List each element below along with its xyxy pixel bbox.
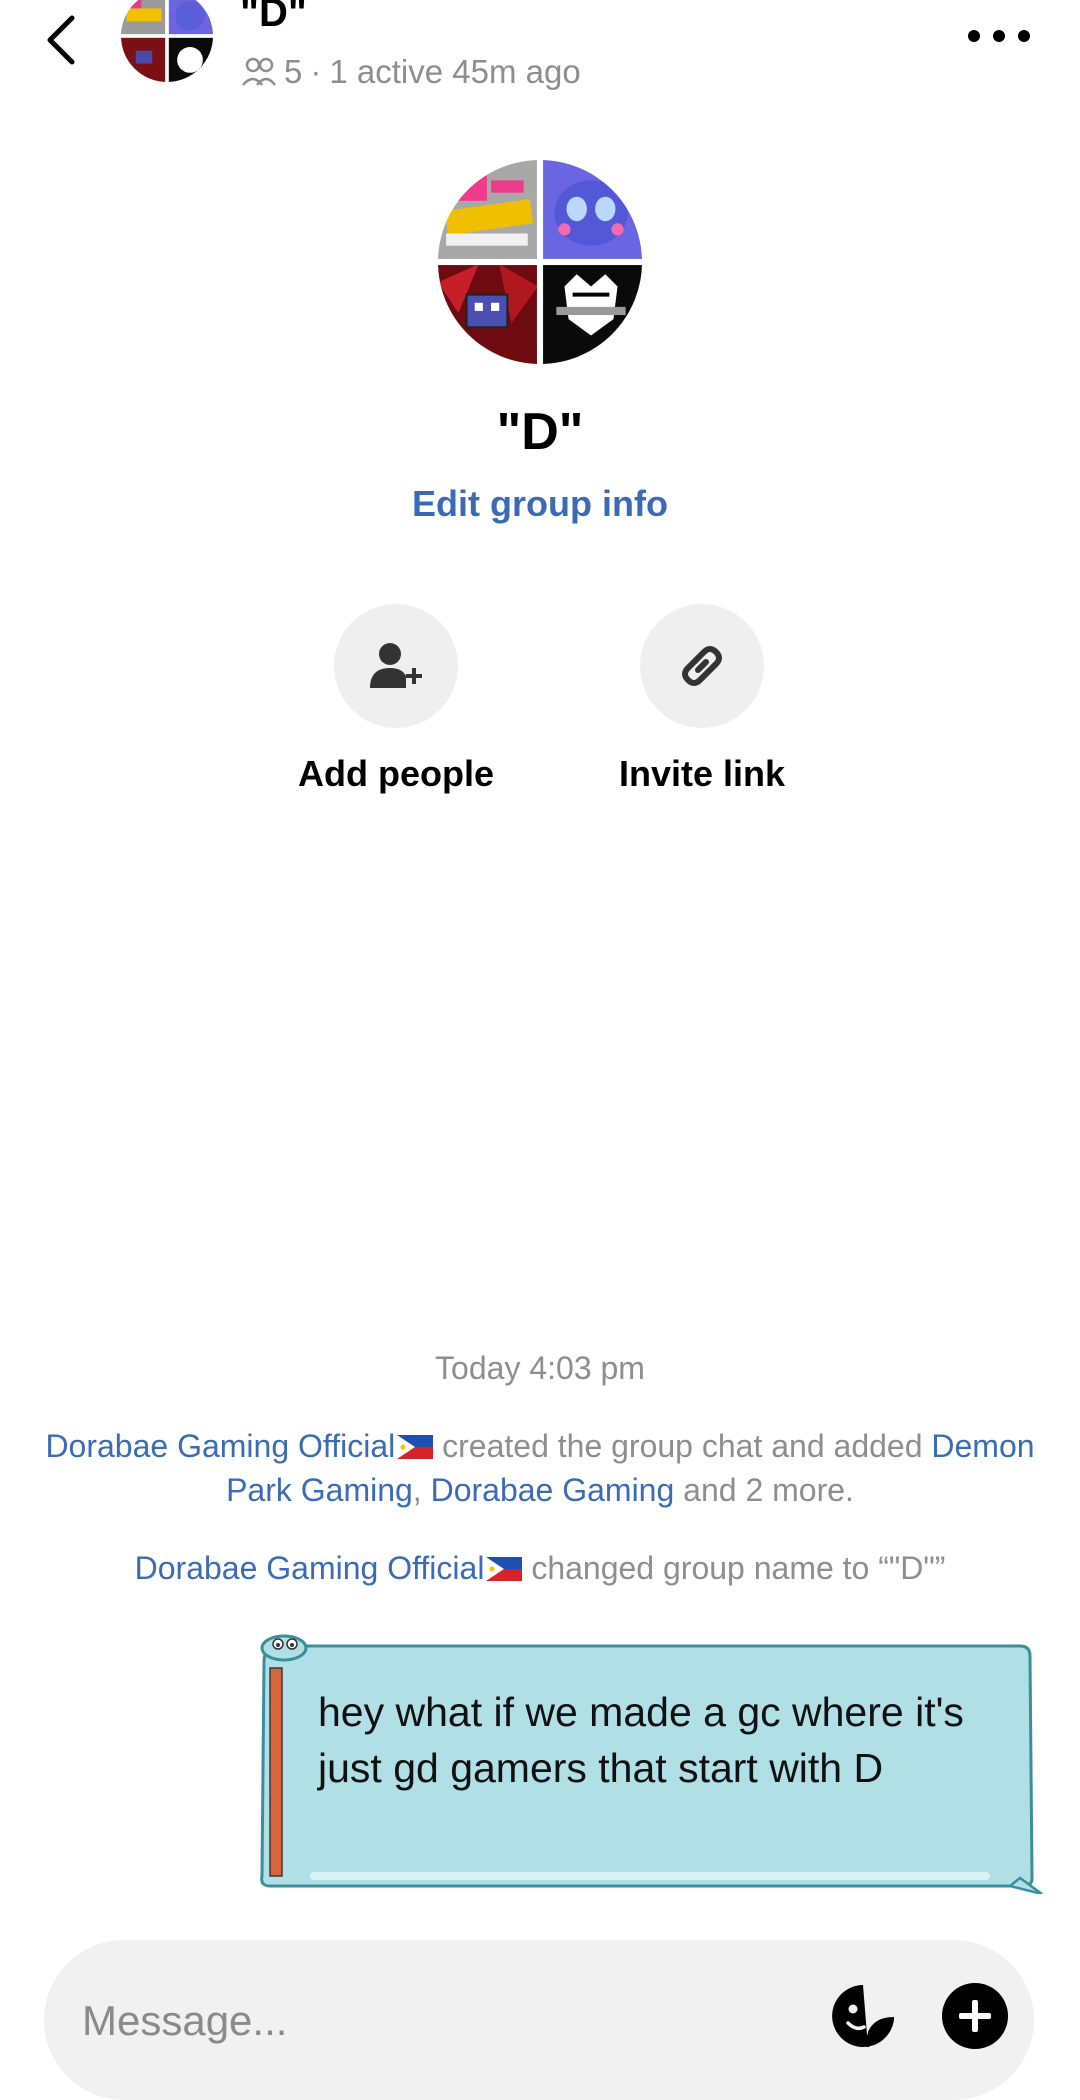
group-avatar-small[interactable] [121,0,213,82]
philippines-flag-icon [397,1435,434,1459]
add-attachment-button[interactable] [942,1983,1008,2049]
activity-status: 1 active 45m ago [329,53,581,90]
more-options-button[interactable] [968,22,1030,50]
member-count: 5 [284,53,303,90]
invite-link-label: Invite link [618,753,786,794]
header-subtitle: 5 · 1 active 45m ago [240,52,581,92]
add-people-circle[interactable] [334,604,458,728]
group-name: "D" [496,403,584,461]
dot [993,30,1005,42]
system-text-rename: changed group name to “"D"” [522,1550,946,1586]
system-message-renamed: Dorabae Gaming Official changed group na… [40,1546,1040,1590]
system-text-a: created the group chat and added [433,1428,932,1464]
message-bubble[interactable]: hey what if we made a gc where it's just… [250,1632,1046,1894]
philippines-flag-icon [486,1557,523,1581]
add-person-icon [370,643,422,688]
dot [1018,30,1030,42]
invite-link-button[interactable]: Invite link [572,604,832,796]
header-title[interactable]: "D" [240,0,307,36]
sticker-face-icon [832,1985,895,2048]
add-people-button[interactable]: Add people [266,604,526,796]
separator: · [310,53,322,90]
message-composer [44,1940,1034,2100]
back-button[interactable] [40,10,84,70]
invite-link-circle[interactable] [640,604,764,728]
message-text: hey what if we made a gc where it's just… [318,1689,964,1791]
actor-link[interactable]: Dorabae Gaming Official [135,1550,485,1586]
comma: , [412,1472,431,1508]
system-message-created: Dorabae Gaming Official created the grou… [40,1424,1040,1512]
edit-group-info-link[interactable]: Edit group info [0,482,1080,526]
user-link-dorabae[interactable]: Dorabae Gaming [431,1472,675,1508]
message-timestamp: Today 4:03 pm [435,1350,645,1386]
group-avatar-large[interactable] [438,160,642,364]
people-icon [242,57,276,86]
chevron-left-icon [47,15,75,65]
sticker-button[interactable] [830,1983,896,2049]
system-text-b: and 2 more. [674,1472,854,1508]
plus-circle-icon [959,2000,991,2032]
link-icon [682,646,722,686]
message-input[interactable] [80,1980,784,2062]
more-horizontal-icon [968,30,980,42]
actor-link[interactable]: Dorabae Gaming Official [45,1428,395,1464]
add-people-label: Add people [298,753,494,794]
